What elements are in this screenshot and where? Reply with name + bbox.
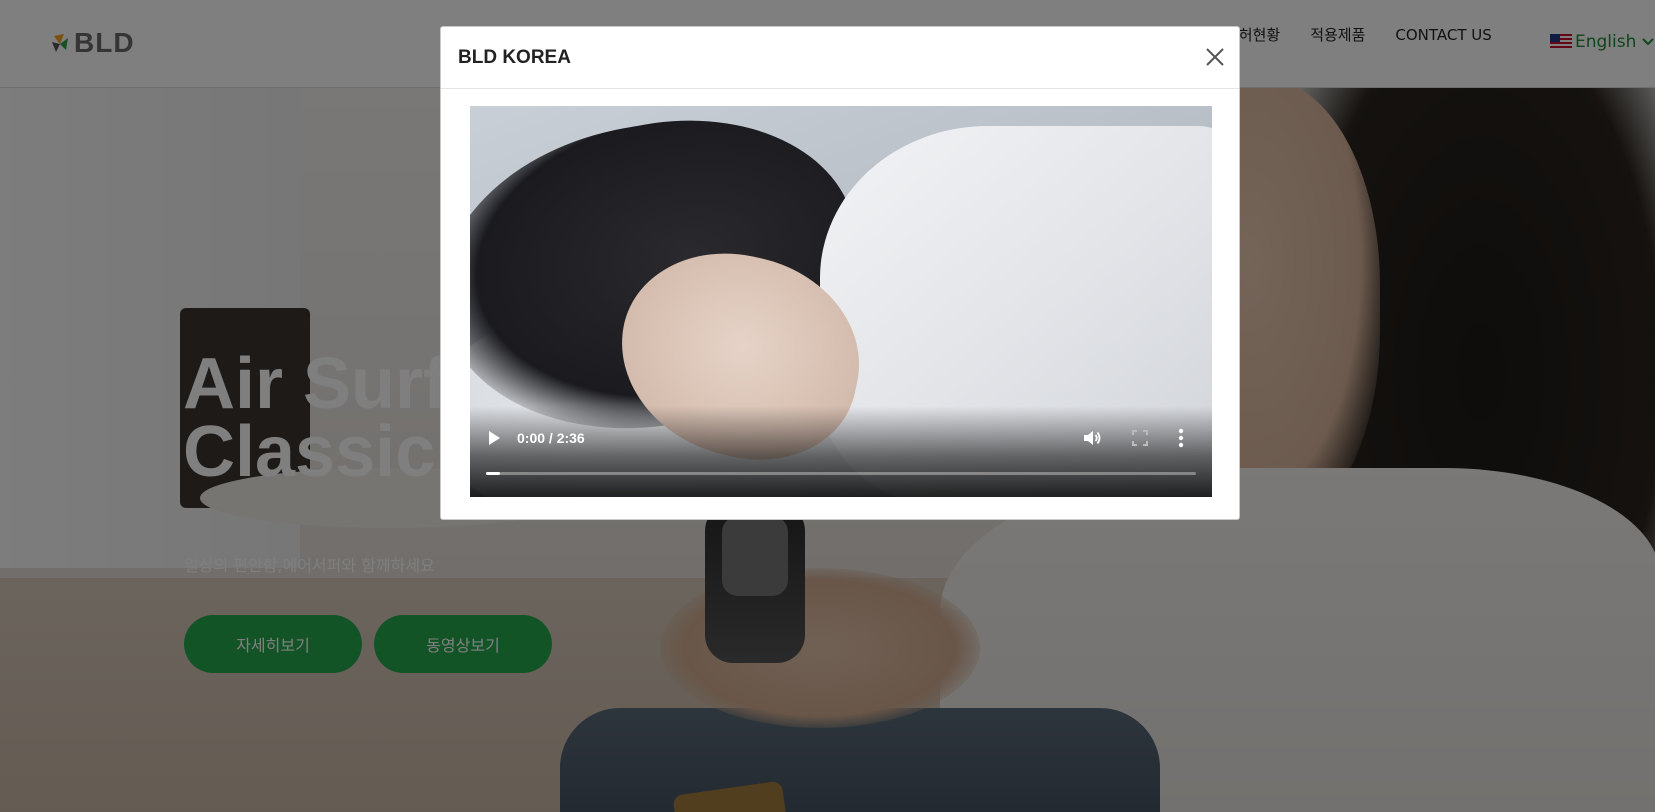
close-icon[interactable] [1204,46,1226,68]
modal-header: BLD KOREA [441,27,1239,89]
video-progress-bar[interactable] [486,472,1196,475]
fullscreen-icon[interactable] [1131,429,1149,447]
more-options-icon[interactable] [1176,427,1186,449]
video-time: 0:00 / 2:36 [517,430,585,446]
video-progress-fill [486,472,500,475]
video-modal: BLD KOREA 0:00 / 2:36 [440,26,1240,520]
volume-icon[interactable] [1082,428,1102,448]
video-player[interactable]: 0:00 / 2:36 [470,106,1212,497]
modal-title: BLD KOREA [458,47,571,68]
video-controls: 0:00 / 2:36 [470,418,1212,458]
play-icon[interactable] [486,429,502,447]
